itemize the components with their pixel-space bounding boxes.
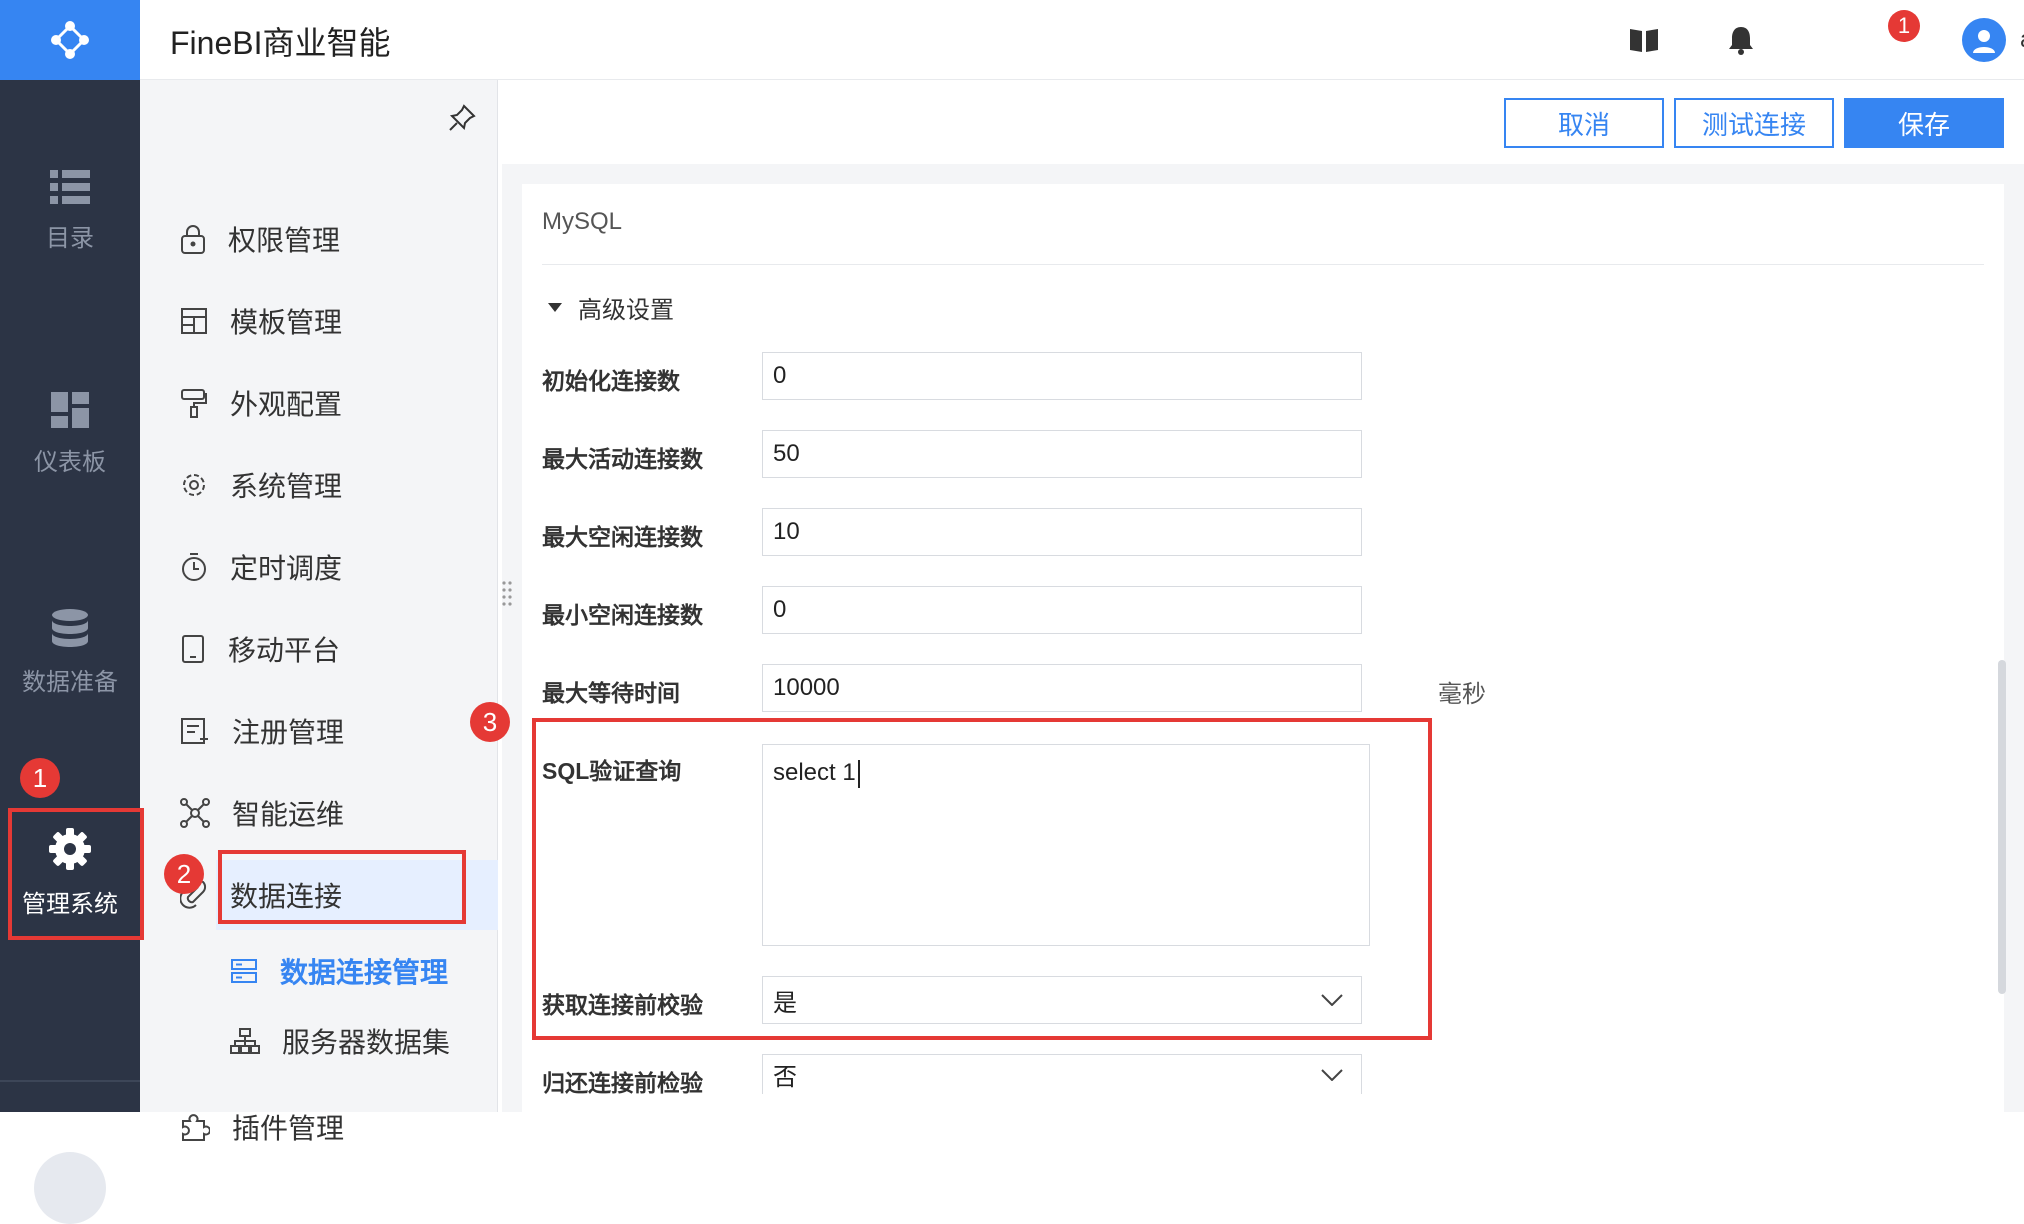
sidebar-item-label: 权限管理 xyxy=(228,225,341,256)
network-icon xyxy=(180,798,210,828)
field-label: 最大活动连接数 xyxy=(542,446,703,472)
sidebar-item-label: 数据连接管理 xyxy=(280,957,449,988)
lock-icon xyxy=(181,225,205,254)
database-type: MySQL xyxy=(542,208,623,235)
check-before-return-select[interactable]: 否 xyxy=(762,1054,1362,1094)
sidebar-item-permissions[interactable]: 权限管理 xyxy=(180,214,340,264)
main-rail: 目录 仪表板 数据准备 管理系统 xyxy=(0,80,140,1224)
initial-connections-input[interactable]: 0 xyxy=(762,352,1362,400)
field-label: 最小空闲连接数 xyxy=(542,602,703,628)
paint-roller-icon xyxy=(181,389,207,418)
sidebar-item-label: 插件管理 xyxy=(232,1113,345,1144)
sidebar-item-templates[interactable]: 模板管理 xyxy=(180,296,342,346)
sidebar-item-data-connection-management[interactable]: 数据连接管理 xyxy=(230,946,448,996)
rail-item-dashboard[interactable]: 仪表板 xyxy=(0,392,140,477)
sidebar-item-label: 服务器数据集 xyxy=(282,1027,451,1058)
cancel-button[interactable]: 取消 xyxy=(1504,98,1664,148)
book-icon[interactable] xyxy=(1628,26,1660,54)
tablet-icon xyxy=(182,635,204,663)
max-active-connections-input[interactable]: 50 xyxy=(762,430,1362,478)
register-icon xyxy=(181,718,208,744)
sidebar-item-mobile[interactable]: 移动平台 xyxy=(180,624,340,674)
sidebar-item-label: 系统管理 xyxy=(230,471,343,502)
database-icon xyxy=(52,609,88,647)
template-icon xyxy=(181,308,207,334)
select-value: 否 xyxy=(773,1064,797,1091)
admin-sidebar: 权限管理 模板管理 外观配置 系统管理 定时调度 移动平台 注册管理 智能运维 … xyxy=(140,80,498,1144)
timer-icon xyxy=(182,553,206,581)
sidebar-item-plugins[interactable]: 插件管理 xyxy=(180,1102,344,1152)
step-marker-1: 1 xyxy=(20,758,60,798)
sitemap-icon xyxy=(230,1028,260,1054)
sidebar-item-system[interactable]: 系统管理 xyxy=(180,460,342,510)
sidebar-item-schedule[interactable]: 定时调度 xyxy=(180,542,342,592)
max-idle-connections-input[interactable]: 10 xyxy=(762,508,1362,556)
sidebar-item-label: 移动平台 xyxy=(228,635,341,666)
field-label: 最大等待时间 xyxy=(542,680,680,706)
app-logo[interactable] xyxy=(0,0,140,80)
pin-icon[interactable] xyxy=(448,104,476,132)
sidebar-item-label: 智能运维 xyxy=(232,799,345,830)
rail-item-catalog[interactable]: 目录 xyxy=(0,170,140,253)
divider xyxy=(0,1080,140,1082)
toolbar: 取消 测试连接 保存 xyxy=(502,80,2024,164)
sidebar-item-label: 定时调度 xyxy=(230,553,343,584)
avatar xyxy=(1962,18,2006,62)
sidebar-item-label: 外观配置 xyxy=(230,389,343,420)
save-button[interactable]: 保存 xyxy=(1844,98,2004,148)
field-label: 最大空闲连接数 xyxy=(542,524,703,550)
user-icon xyxy=(1973,30,1995,53)
rail-item-label: 仪表板 xyxy=(34,449,106,476)
advanced-settings-toggle[interactable]: 高级设置 xyxy=(548,290,674,325)
wait-time-unit: 毫秒 xyxy=(1438,681,1486,708)
field-label: 归还连接前检验 xyxy=(542,1070,703,1096)
app-title: FineBI商业智能 xyxy=(170,25,391,61)
sidebar-item-registration[interactable]: 注册管理 xyxy=(180,706,344,756)
sidebar-item-appearance[interactable]: 外观配置 xyxy=(180,378,342,428)
scrollbar[interactable] xyxy=(1998,660,2006,994)
user-menu[interactable]: admin xyxy=(1962,18,2024,62)
divider xyxy=(542,264,1984,265)
sidebar-item-ops[interactable]: 智能运维 xyxy=(180,788,344,838)
list-icon xyxy=(50,170,90,204)
caret-down-icon xyxy=(548,302,562,312)
test-connection-button[interactable]: 测试连接 xyxy=(1674,98,1834,148)
step-marker-3: 3 xyxy=(470,702,510,742)
sidebar-item-server-dataset[interactable]: 服务器数据集 xyxy=(230,1016,450,1066)
highlight-connection-management xyxy=(218,850,466,924)
step-marker-2: 2 xyxy=(164,854,204,894)
puzzle-icon xyxy=(182,1114,210,1141)
notification-badge: 1 xyxy=(1888,10,1920,42)
add-button[interactable] xyxy=(34,1152,106,1224)
logo-icon xyxy=(51,21,89,59)
user-name: admin xyxy=(2020,26,2024,54)
field-label: 初始化连接数 xyxy=(542,368,680,394)
highlight-admin-system xyxy=(8,808,144,940)
min-idle-connections-input[interactable]: 0 xyxy=(762,586,1362,634)
max-wait-time-input[interactable]: 10000 xyxy=(762,664,1362,712)
bell-icon[interactable] xyxy=(1726,24,1756,56)
rail-item-label: 目录 xyxy=(46,225,94,252)
dashboard-icon xyxy=(51,392,89,428)
rail-item-label: 数据准备 xyxy=(22,669,118,696)
highlight-sql-settings xyxy=(532,718,1432,1040)
sidebar-item-label: 模板管理 xyxy=(230,307,343,338)
chevron-down-icon xyxy=(1321,1068,1343,1081)
rail-item-data-prep[interactable]: 数据准备 xyxy=(0,608,140,697)
gear-icon xyxy=(183,474,205,496)
server-icon xyxy=(231,959,257,983)
resize-handle-icon[interactable] xyxy=(502,580,512,608)
sidebar-item-label: 注册管理 xyxy=(232,717,345,748)
advanced-settings-label: 高级设置 xyxy=(578,297,674,324)
top-bar: FineBI商业智能 1 admin xyxy=(140,0,2024,80)
